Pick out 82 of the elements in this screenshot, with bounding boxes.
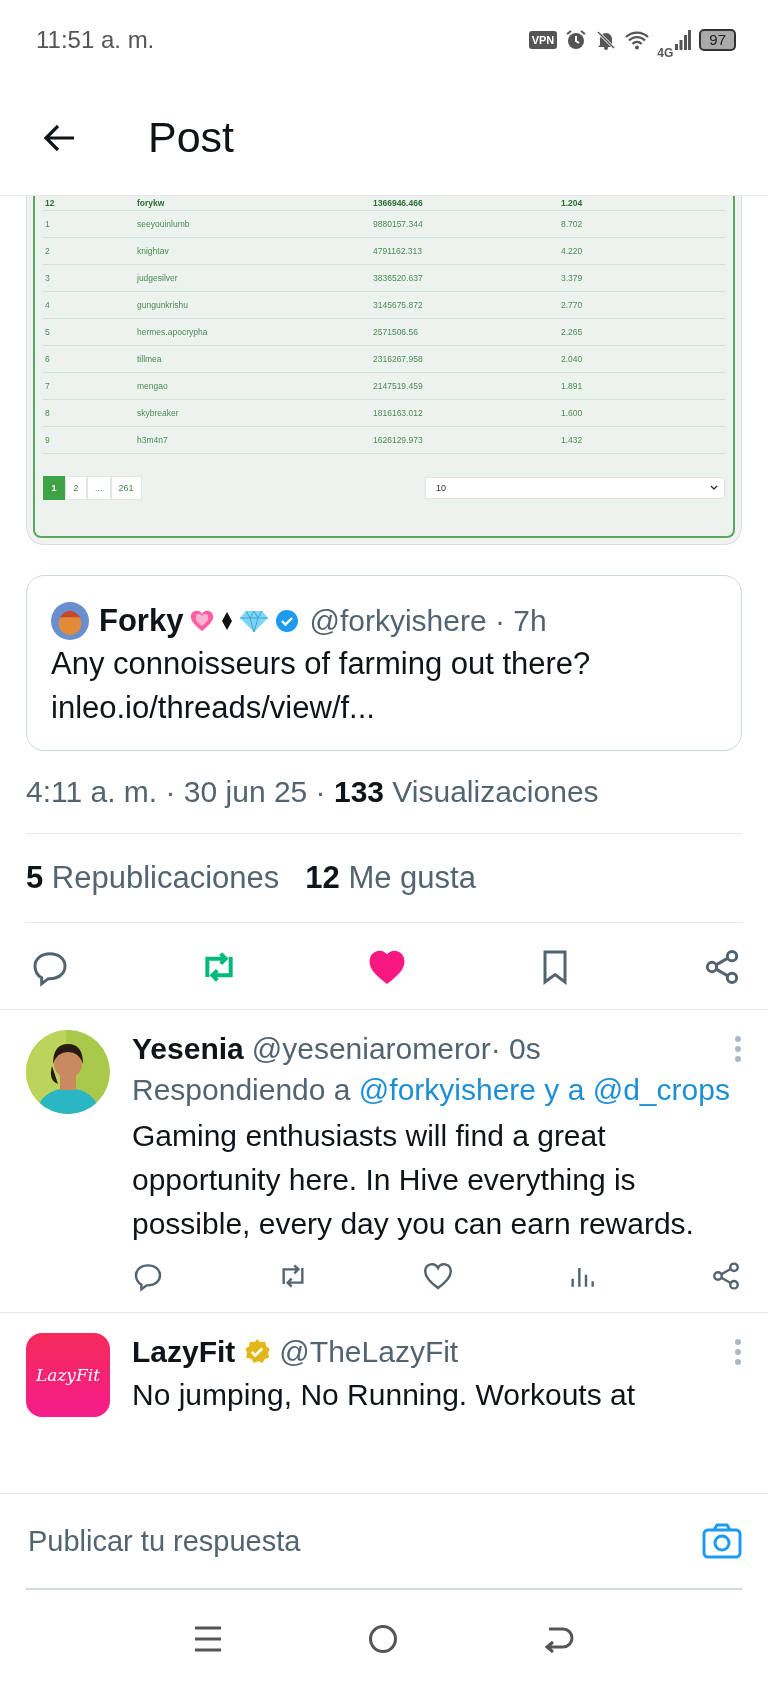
table-cell-text: 2571506.56 <box>373 327 419 337</box>
table-cell-text: h3m4n7 <box>137 435 169 445</box>
stat-link[interactable]: 5 Republicaciones <box>26 860 280 896</box>
table-cell-text: 2.265 <box>561 327 584 337</box>
table-cell-text: 3.379 <box>561 273 584 283</box>
camera-icon[interactable] <box>702 1523 742 1559</box>
table-cell-text: 1.204 <box>561 198 584 208</box>
table-cell-text: 1.432 <box>561 435 584 445</box>
alarm-icon <box>565 29 588 51</box>
table-cell-text: 2.040 <box>561 354 584 364</box>
table-cell-text: 7 <box>44 381 51 391</box>
table-cell-text: 1366946.466 <box>373 198 424 208</box>
table-cell-text: skybreaker <box>137 408 180 418</box>
author-handle: @TheLazyFit <box>279 1335 459 1369</box>
page-button[interactable]: ... <box>87 476 111 500</box>
page-title: Post <box>148 113 235 162</box>
table-cell-text: 12 <box>44 198 56 208</box>
table-cell-text: 2 <box>44 246 51 256</box>
table-cell-text: knightav <box>137 246 170 256</box>
app-logo: LazyFit <box>26 1333 110 1417</box>
reply-input[interactable]: Publicar tu respuesta <box>26 1523 702 1559</box>
table-cell-text: 3145675.872 <box>373 300 424 310</box>
vpn-badge: VPN <box>528 31 558 49</box>
author-handle: @yeseniaromeror· 0s <box>251 1032 541 1066</box>
table-cell-text: 6 <box>44 354 51 364</box>
table-cell-text: gungunkrishu <box>137 300 190 310</box>
share-icon[interactable] <box>710 1260 742 1292</box>
status-time: 11:51 a. m. <box>36 26 155 54</box>
author-handle: @forkyishere · 7h <box>309 604 547 638</box>
diamond-suit-icon <box>221 611 234 631</box>
table-cell-text: 2.770 <box>561 300 584 310</box>
table-cell-text: forykw <box>137 198 166 208</box>
table-cell-text: 5 <box>44 327 51 337</box>
reply-text: No jumping, No Running. Workouts at <box>132 1377 637 1413</box>
reply-text: Gaming enthusiasts will find a great opportunity here. In Hive everything is possible, every day you can earn rewards. <box>132 1118 695 1242</box>
author-name: LazyFit <box>132 1335 236 1369</box>
wifi-icon <box>625 30 650 50</box>
page-button[interactable]: 261 <box>110 476 142 500</box>
table-cell-text: 2316267.958 <box>373 354 424 364</box>
gem-icon <box>239 609 270 633</box>
table-cell-text: hermes.apocrypha <box>137 327 209 337</box>
table-cell-text: seeyouinlumb <box>137 219 191 229</box>
page-size-select[interactable]: 10 <box>425 477 725 499</box>
replying-to-text: Respondiendo a @forkyishere y a @d_crops <box>132 1072 731 1108</box>
quoted-post[interactable]: Forky @forkyishere · 7h Any connoisseurs of farming out there? inleo.io/threads/view/f... <box>26 575 742 751</box>
table-cell-text: 4791162.313 <box>373 246 423 256</box>
table-cell-text: tillmea <box>137 354 163 364</box>
post-text: Any connoisseurs of farming out there? <box>51 645 592 683</box>
table-cell-text: 1816163.012 <box>373 408 424 418</box>
table-cell-text: mengao <box>137 381 169 391</box>
table-cell-text: 1 <box>44 219 51 229</box>
back-arrow-icon[interactable] <box>42 122 76 153</box>
menu-icon[interactable] <box>192 1624 223 1653</box>
table-cell-text: 1.891 <box>561 381 584 391</box>
avatar-icon <box>51 602 89 640</box>
chevron-down-icon <box>710 485 718 491</box>
post-link[interactable]: inleo.io/threads/view/f... <box>51 688 717 728</box>
post-meta: 4:11 a. m. · 30 jun 25 · 133 Visualizaciones <box>26 775 599 808</box>
table-cell-text: 8.702 <box>561 219 584 229</box>
table-cell-text: 8 <box>44 408 51 418</box>
table-cell-text: 9 <box>44 435 51 445</box>
table-cell-text: 9880157.344 <box>373 219 424 229</box>
table-cell-text: 1626129.973 <box>373 435 424 445</box>
mention-link[interactable]: @forkyishere y a @d_crops <box>358 1073 730 1106</box>
table-cell-text: 1.600 <box>561 408 584 418</box>
home-icon[interactable] <box>368 1623 398 1654</box>
table-cell-text: 3 <box>44 273 51 283</box>
muted-bell-icon <box>595 29 618 51</box>
network-type: 4G <box>657 46 674 60</box>
table-cell-text: 2147519.459 <box>373 381 424 391</box>
heart-emoji-icon <box>189 609 216 633</box>
author-name: Forky <box>99 603 184 639</box>
author-name: Yesenia <box>132 1032 244 1066</box>
stat-link[interactable]: 12 Me gusta <box>305 860 476 896</box>
like-icon[interactable] <box>422 1260 454 1292</box>
page-button[interactable]: 2 <box>65 476 87 500</box>
table-cell-text: 4.220 <box>561 246 584 256</box>
table-cell-text: 3836520.637 <box>373 273 424 283</box>
signal-icon <box>675 30 692 50</box>
table-cell-text: 4 <box>44 300 51 310</box>
battery-indicator: 97 <box>699 29 736 51</box>
table-cell-text: judgesilver <box>137 273 179 283</box>
